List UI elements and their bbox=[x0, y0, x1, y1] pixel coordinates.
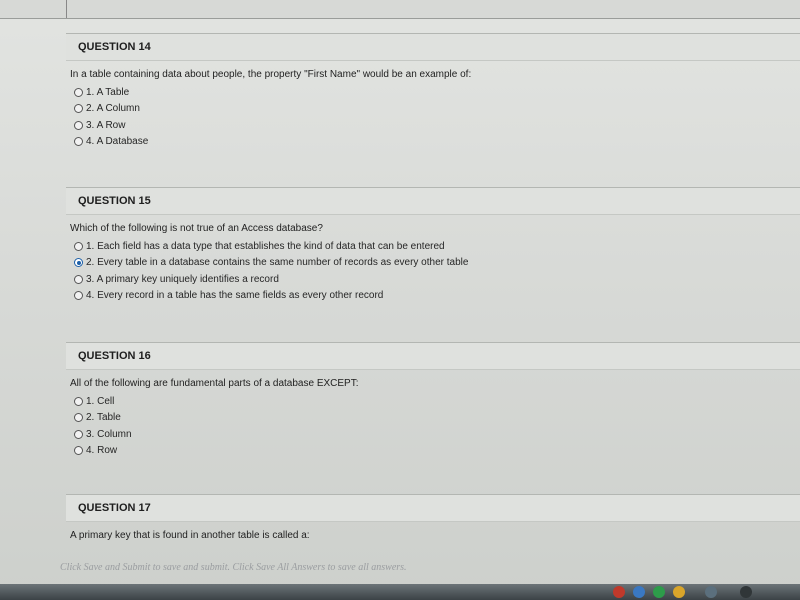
option-label: 1. Cell bbox=[86, 395, 115, 407]
radio-button[interactable] bbox=[74, 104, 83, 114]
radio-button[interactable] bbox=[74, 291, 83, 301]
radio-button[interactable] bbox=[74, 274, 83, 284]
taskbar bbox=[0, 584, 800, 600]
option-label: 1. Each field has a data type that estab… bbox=[86, 240, 445, 252]
radio-button[interactable] bbox=[74, 413, 83, 423]
radio-button[interactable] bbox=[74, 87, 83, 97]
question-text: In a table containing data about people,… bbox=[70, 69, 472, 80]
left-border bbox=[66, 0, 67, 18]
answer-option[interactable]: 4. A Database bbox=[74, 134, 800, 151]
question-header: QUESTION 14 bbox=[66, 34, 800, 61]
top-edge bbox=[0, 0, 800, 19]
question-17: QUESTION 17 A primary key that is found … bbox=[66, 494, 800, 545]
answer-option[interactable]: 1. A Table bbox=[74, 84, 800, 101]
answer-option[interactable]: 1. Cell bbox=[74, 393, 800, 410]
radio-button[interactable] bbox=[74, 396, 83, 406]
quiz-page: QUESTION 14 In a table containing data a… bbox=[0, 0, 800, 600]
answer-option[interactable]: 3. A primary key uniquely identifies a r… bbox=[74, 271, 800, 288]
answer-option[interactable]: 1. Each field has a data type that estab… bbox=[74, 238, 800, 255]
question-header: QUESTION 15 bbox=[66, 188, 800, 215]
radio-button[interactable] bbox=[74, 429, 83, 439]
option-label: 3. A primary key uniquely identifies a r… bbox=[86, 273, 279, 285]
option-label: 4. A Database bbox=[86, 136, 149, 148]
answer-option[interactable]: 2. Every table in a database contains th… bbox=[74, 255, 800, 272]
app-icon[interactable] bbox=[613, 586, 625, 598]
app-icon[interactable] bbox=[705, 586, 717, 598]
app-icon[interactable] bbox=[633, 586, 645, 598]
question-text: All of the following are fundamental par… bbox=[70, 378, 359, 389]
radio-button-selected[interactable] bbox=[74, 258, 83, 268]
answer-option[interactable]: 2. A Column bbox=[74, 101, 800, 118]
answer-option[interactable]: 2. Table bbox=[74, 410, 800, 427]
answer-option[interactable]: 3. Column bbox=[74, 426, 800, 443]
question-16: QUESTION 16 All of the following are fun… bbox=[66, 342, 800, 459]
answer-option[interactable]: 4. Row bbox=[74, 443, 800, 460]
option-label: 2. Table bbox=[86, 412, 121, 424]
option-label: 4. Every record in a table has the same … bbox=[86, 290, 384, 302]
radio-button[interactable] bbox=[74, 446, 83, 456]
option-label: 3. A Row bbox=[86, 119, 126, 131]
app-icon[interactable] bbox=[673, 586, 685, 598]
question-14: QUESTION 14 In a table containing data a… bbox=[66, 33, 800, 150]
footer-instructions: Click Save and Submit to save and submit… bbox=[60, 562, 407, 573]
radio-button[interactable] bbox=[74, 120, 83, 130]
question-text: Which of the following is not true of an… bbox=[70, 223, 323, 234]
question-header: QUESTION 17 bbox=[66, 495, 800, 522]
question-header: QUESTION 16 bbox=[66, 343, 800, 370]
app-icon[interactable] bbox=[653, 586, 665, 598]
option-label: 2. Every table in a database contains th… bbox=[86, 257, 469, 269]
option-label: 1. A Table bbox=[86, 86, 130, 98]
option-label: 3. Column bbox=[86, 428, 132, 440]
answer-option[interactable]: 4. Every record in a table has the same … bbox=[74, 288, 800, 305]
option-label: 4. Row bbox=[86, 445, 118, 457]
app-icon[interactable] bbox=[740, 586, 752, 598]
answer-option[interactable]: 3. A Row bbox=[74, 117, 800, 134]
radio-button[interactable] bbox=[74, 241, 83, 251]
option-label: 2. A Column bbox=[86, 103, 140, 115]
question-text: A primary key that is found in another t… bbox=[70, 530, 310, 541]
question-15: QUESTION 15 Which of the following is no… bbox=[66, 187, 800, 304]
radio-button[interactable] bbox=[74, 137, 83, 147]
